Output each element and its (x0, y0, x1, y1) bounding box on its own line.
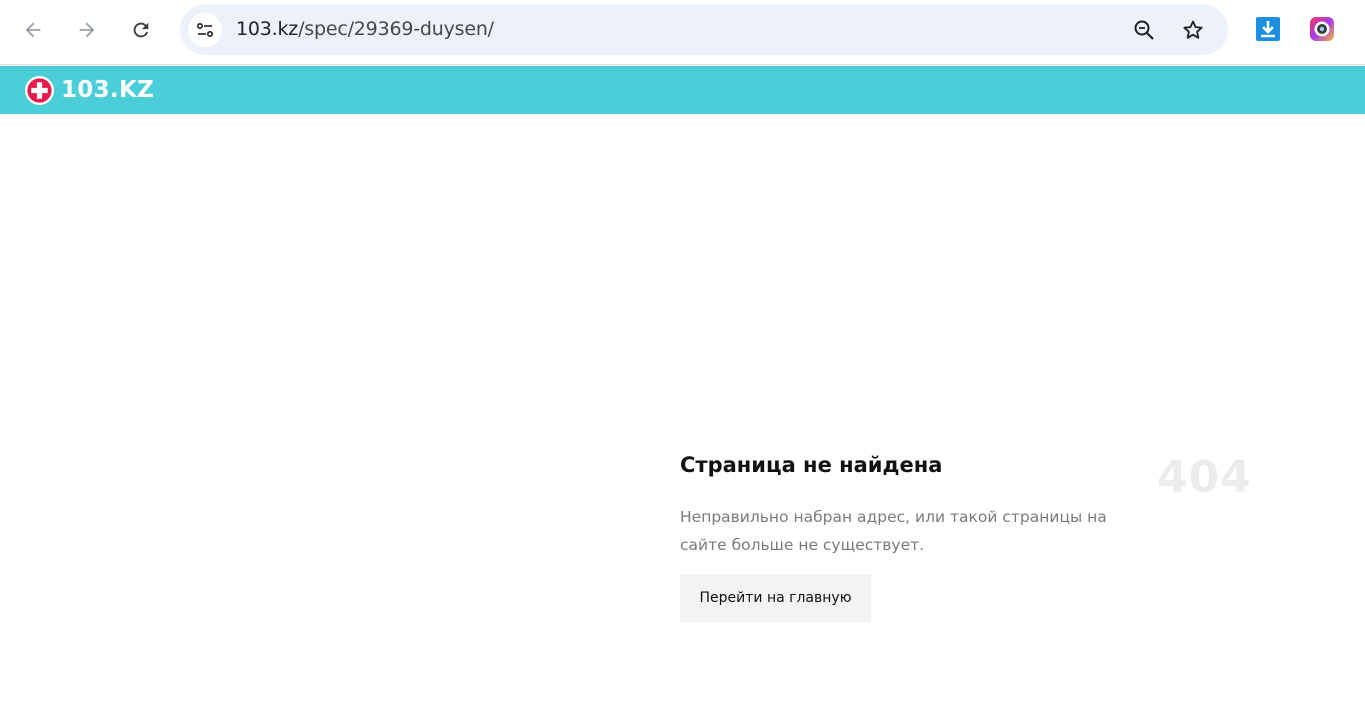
download-extension-button[interactable] (1254, 15, 1282, 43)
star-icon (1183, 20, 1203, 39)
page-title: Страница не найдена (680, 453, 943, 477)
error-description: Неправильно набран адрес, или такой стра… (680, 508, 1107, 554)
url-host: 103.kz (236, 18, 299, 40)
zoom-button[interactable] (1130, 16, 1158, 44)
reload-icon (133, 22, 149, 38)
address-bar[interactable]: 103.kz/spec/29369-duysen/ (180, 4, 1228, 55)
logo-text: 103.KZ (61, 77, 155, 103)
browser-toolbar: 103.kz/spec/29369-duysen/ (0, 0, 1365, 65)
arrow-left-icon (25, 22, 41, 38)
tune-icon (196, 22, 214, 38)
site-logo[interactable]: 103.KZ (24, 75, 154, 105)
site-info-button[interactable] (188, 13, 222, 47)
site-header: 103.KZ (0, 66, 1365, 114)
error-code: 404 (1157, 452, 1252, 503)
url-text[interactable]: 103.kz/spec/29369-duysen/ (236, 18, 494, 40)
reload-button[interactable] (121, 10, 161, 50)
bookmark-button[interactable] (1179, 16, 1207, 44)
url-path: /spec/29369-duysen/ (298, 18, 494, 40)
go-home-button[interactable]: Перейти на главную (680, 574, 871, 622)
camera-extension-icon (1310, 17, 1334, 41)
back-button[interactable] (13, 10, 53, 50)
medical-cross-icon (24, 75, 55, 105)
camera-extension-button[interactable] (1308, 15, 1336, 43)
forward-button[interactable] (67, 10, 107, 50)
arrow-right-icon (79, 22, 95, 38)
download-extension-icon (1256, 17, 1280, 41)
zoom-out-icon (1134, 20, 1154, 40)
